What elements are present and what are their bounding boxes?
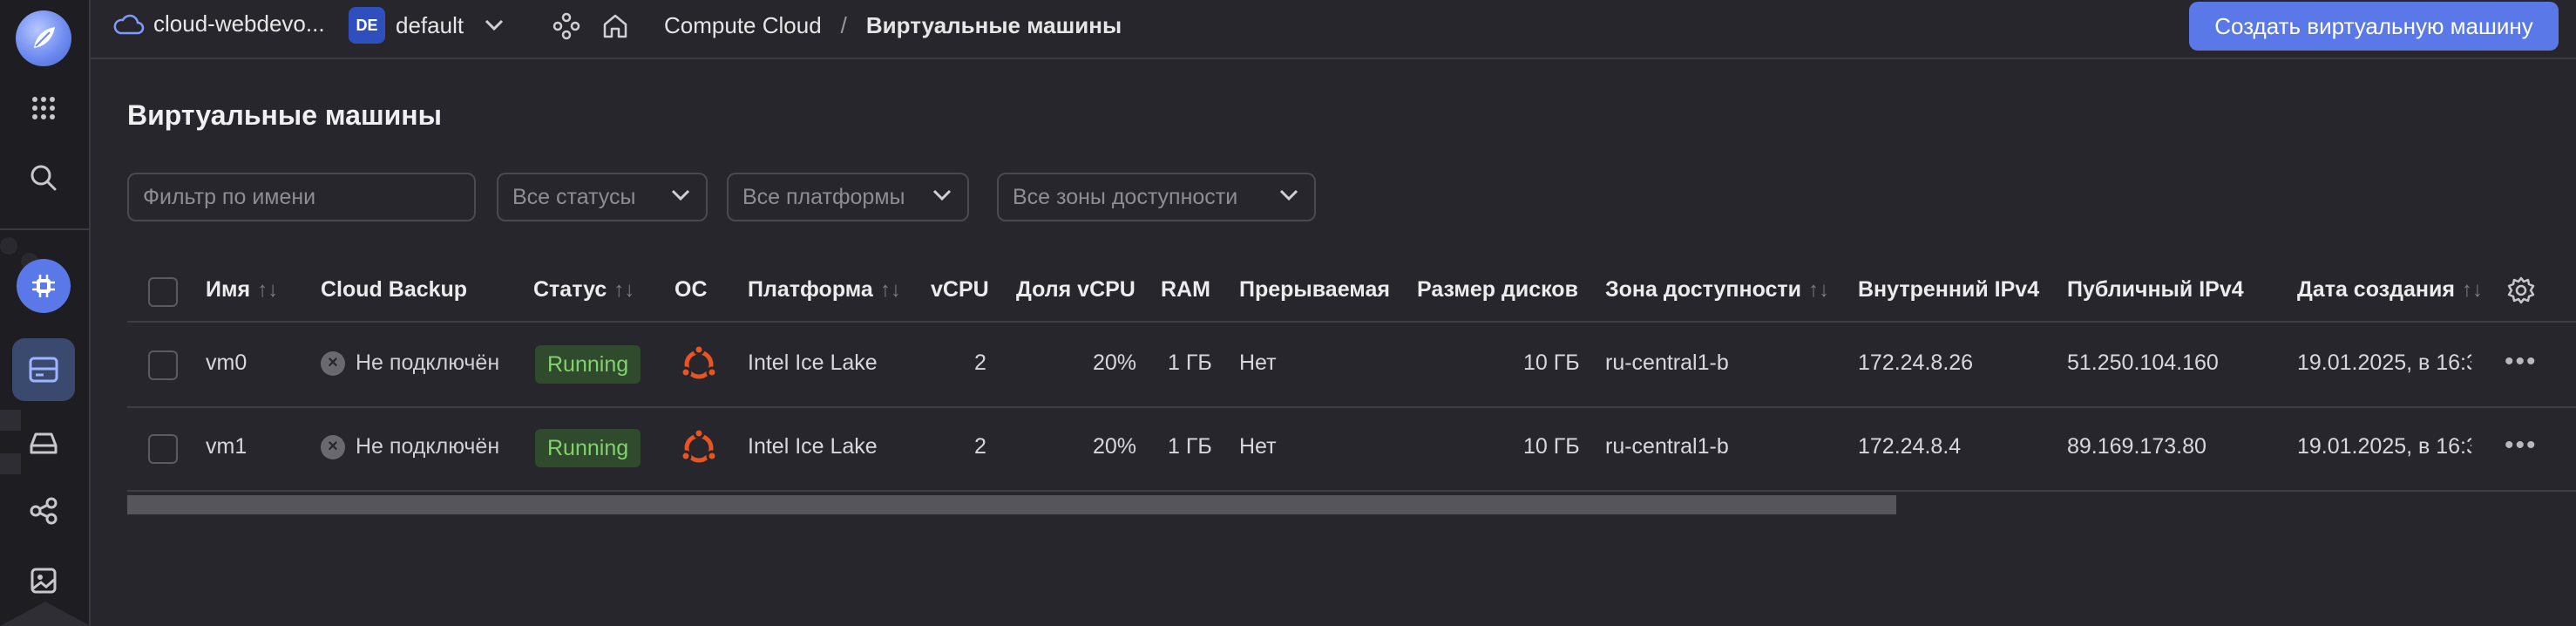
vcpu: 2 [974, 350, 986, 375]
home-icon[interactable] [601, 12, 629, 40]
status-filter-select[interactable]: Все статусы [497, 173, 708, 221]
public-ip: 89.169.173.80 [2067, 434, 2207, 459]
breadcrumb-separator: / [840, 12, 847, 38]
ram: 1 ГБ [1168, 434, 1212, 459]
platform: Intel Ice Lake [748, 434, 878, 459]
backup-status: × Не подключён [321, 350, 499, 376]
search-icon[interactable] [12, 146, 75, 209]
row-checkbox[interactable] [148, 350, 178, 380]
chevron-down-icon [1279, 189, 1298, 201]
vcpu: 2 [974, 434, 986, 459]
rail-divider [0, 228, 91, 230]
cloud-selector[interactable]: cloud-webdevo... [112, 10, 325, 37]
column-vcpu-share: Доля vCPU [1016, 277, 1135, 302]
create-vm-button[interactable]: Создать виртуальную машину [2189, 2, 2559, 51]
cloud-icon [113, 14, 145, 34]
status-filter-label: Все статусы [512, 184, 636, 209]
breadcrumb: Compute Cloud / Виртуальные машины [664, 12, 1122, 39]
virtual-machines-icon[interactable] [12, 338, 75, 401]
column-created[interactable]: Дата создания ↑↓ [2297, 277, 2483, 303]
ram: 1 ГБ [1168, 350, 1212, 375]
services-grid-icon[interactable] [12, 77, 75, 139]
internal-ip: 172.24.8.26 [1858, 350, 1974, 375]
column-disk-size: Размер дисков [1417, 277, 1578, 302]
sort-icon: ↑↓ [1808, 277, 1830, 302]
row-checkbox[interactable] [148, 434, 178, 464]
column-os: ОС [675, 277, 708, 302]
zone-filter-select[interactable]: Все зоны доступности [997, 173, 1316, 221]
vcpu-share: 20% [1093, 434, 1137, 459]
sort-icon: ↑↓ [257, 277, 279, 302]
sort-icon: ↑↓ [879, 277, 901, 302]
platform-filter-label: Все платформы [742, 184, 905, 209]
disk-icon[interactable] [12, 412, 75, 474]
rail-decoration [0, 237, 17, 255]
zone-filter-label: Все зоны доступности [1013, 184, 1238, 209]
table-settings-icon[interactable] [2506, 276, 2536, 305]
page-title: Виртуальные машины [127, 99, 442, 131]
breadcrumb-current: Виртуальные машины [865, 12, 1122, 38]
column-public-ip: Публичный IPv4 [2067, 277, 2244, 302]
cloud-name: cloud-webdevo... [153, 10, 325, 37]
platform-filter-select[interactable]: Все платформы [727, 173, 969, 221]
folder-badge: DE [349, 7, 385, 44]
created-date: 19.01.2025, в 16:3 [2297, 434, 2471, 459]
column-backup: Cloud Backup [321, 277, 468, 302]
network-nodes-icon[interactable] [12, 480, 75, 542]
more-actions-icon[interactable]: ••• [2505, 347, 2538, 377]
vm-name[interactable]: vm0 [206, 350, 247, 376]
created-date: 19.01.2025, в 16:3 [2297, 350, 2471, 375]
left-rail [0, 0, 91, 626]
preemptible: Нет [1239, 434, 1277, 459]
column-name[interactable]: Имя ↑↓ [206, 277, 278, 303]
sort-icon: ↑↓ [613, 277, 635, 302]
platform: Intel Ice Lake [748, 350, 878, 375]
disk-size: 10 ГБ [1523, 350, 1580, 375]
rail-decoration [0, 602, 91, 626]
zone: ru-central1-b [1605, 434, 1729, 459]
table-row[interactable]: vm1 × Не подключён Running Intel Ice Lak… [127, 408, 2576, 492]
ubuntu-icon [678, 344, 720, 390]
status-badge: Running [535, 345, 641, 384]
more-actions-icon[interactable]: ••• [2505, 431, 2538, 460]
vcpu-share: 20% [1093, 350, 1137, 375]
internal-ip: 172.24.8.4 [1858, 434, 1962, 459]
name-filter-placeholder: Фильтр по имени [143, 184, 316, 209]
select-all-checkbox[interactable] [148, 277, 178, 307]
vm-name[interactable]: vm1 [206, 434, 247, 459]
chevron-down-icon [932, 189, 952, 201]
column-vcpu: vCPU [931, 277, 989, 302]
table-row[interactable]: vm0 × Не подключён Running Intel Ice Lak… [127, 324, 2576, 408]
column-platform[interactable]: Платформа ↑↓ [748, 277, 901, 303]
chevron-down-icon [485, 19, 504, 31]
preemptible: Нет [1239, 350, 1277, 375]
table-header: Имя ↑↓ Cloud Backup Статус ↑↓ ОС Платформа… [127, 262, 2576, 323]
close-circle-icon: × [321, 434, 345, 459]
close-circle-icon: × [321, 350, 345, 376]
status-badge: Running [535, 429, 641, 467]
backup-status: × Не подключён [321, 434, 499, 459]
disk-size: 10 ГБ [1523, 434, 1580, 459]
sort-icon: ↑↓ [2461, 277, 2483, 302]
architecture-icon[interactable] [552, 12, 580, 40]
breadcrumb-compute-cloud[interactable]: Compute Cloud [664, 12, 822, 39]
folder-name: default [396, 11, 464, 38]
column-preemptible: Прерываемая [1239, 277, 1390, 302]
column-internal-ip: Внутренний IPv4 [1858, 277, 2040, 302]
zone: ru-central1-b [1605, 350, 1729, 375]
ubuntu-icon [678, 427, 720, 473]
column-status[interactable]: Статус ↑↓ [533, 277, 634, 303]
compute-cloud-icon[interactable] [12, 255, 75, 317]
horizontal-scrollbar[interactable] [127, 495, 1896, 514]
top-header: cloud-webdevo... DE default Compute Clou… [91, 0, 2576, 59]
leaf-icon [34, 27, 55, 48]
chevron-down-icon [671, 189, 690, 201]
name-filter-input[interactable]: Фильтр по имени [127, 173, 476, 221]
public-ip: 51.250.104.160 [2067, 350, 2219, 375]
yandex-cloud-logo[interactable] [16, 10, 71, 66]
column-ram: RAM [1161, 277, 1210, 302]
column-zone[interactable]: Зона доступности ↑↓ [1605, 277, 1829, 303]
folder-selector[interactable]: DE default [349, 7, 504, 44]
